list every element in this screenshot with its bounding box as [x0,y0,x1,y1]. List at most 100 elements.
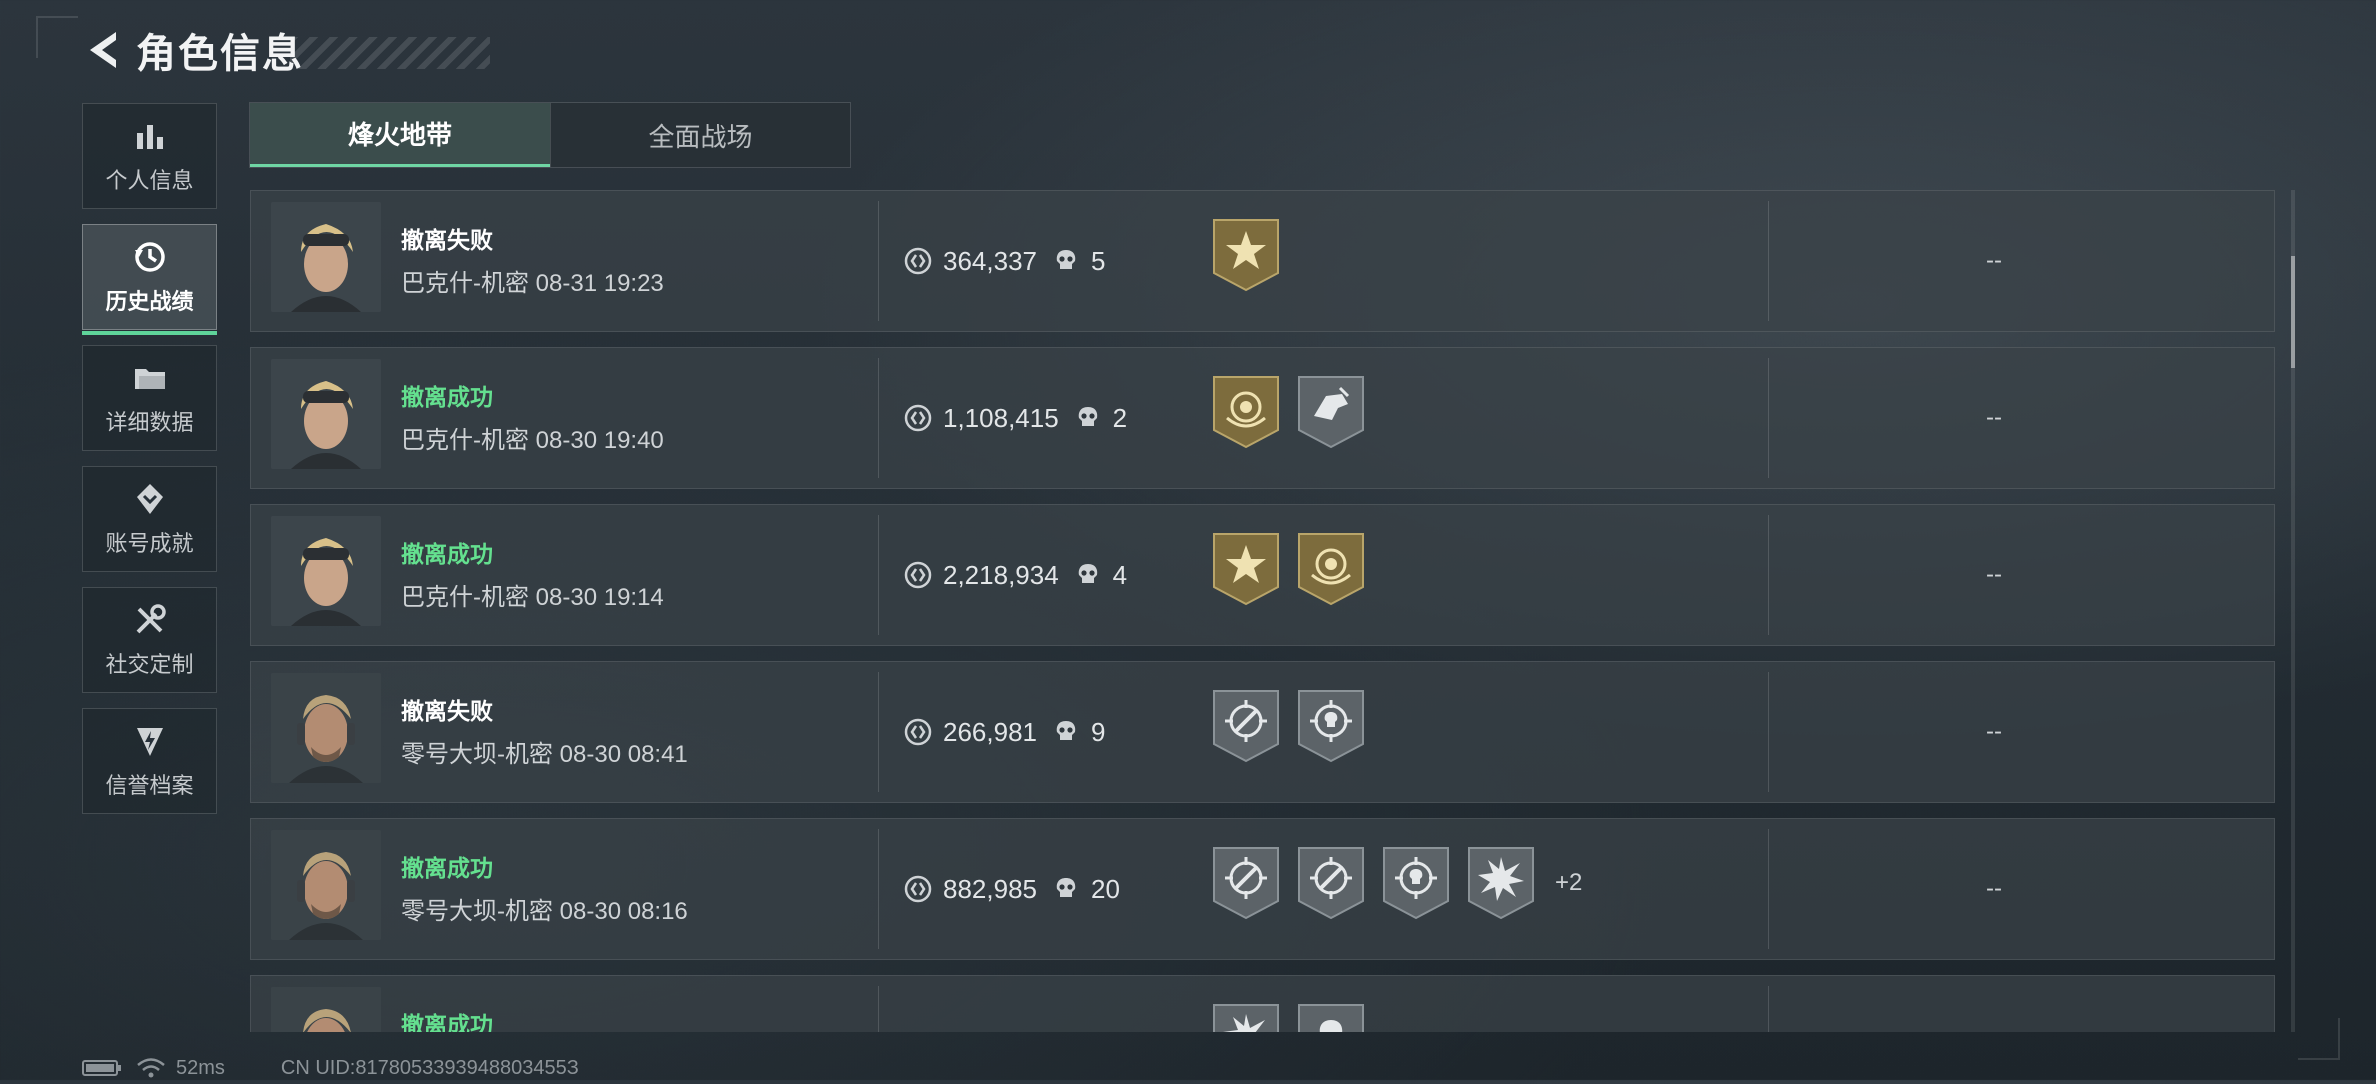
skull-icon [1056,250,1076,269]
map-name: 巴克什-机密 [401,270,529,297]
silver-hand-badge-icon[interactable] [1296,374,1366,450]
kill-count: 2 [1112,402,1128,433]
back-button[interactable] [84,28,124,72]
title-decoration [290,37,490,69]
page-header: 角色信息 [84,20,490,80]
extraction-status: 撤离失败 [401,698,493,724]
silver-skull-badge-icon[interactable] [1296,1002,1366,1032]
page-title: 角色信息 [136,32,304,76]
table-row[interactable]: 撤离成功 零号大坝-机密 08-30 08:16 882,985 20 +2 -… [250,818,2275,960]
skull-icon [1078,407,1097,426]
divider [878,515,879,635]
sidebar-item-achievements[interactable]: 账号成就 [82,466,217,572]
sidebar-item-label: 详细数据 [105,410,194,435]
gold-star-badge-icon[interactable] [1211,217,1281,293]
shield-bolt-icon [136,728,163,756]
map-name: 零号大坝-机密 [401,898,553,925]
divider [878,986,879,1032]
skull-icon [1078,564,1097,583]
skull-icon [1056,878,1076,897]
avatar [271,202,381,312]
table-row[interactable]: 撤离成功 [250,975,2275,1032]
loot-value: 1,108,415 [943,402,1059,433]
map-name: 巴克什-机密 [401,427,529,454]
silver-crosshair-badge-icon[interactable] [1211,688,1281,764]
divider [878,672,879,792]
tab-all-out-warfare[interactable]: 全面战场 [550,103,850,167]
table-row[interactable]: 撤离成功 巴克什-机密 08-30 19:14 2,218,934 4 -- [250,504,2275,646]
silver-skull-crosshair-badge-icon[interactable] [1381,845,1451,921]
bar-chart-icon [136,125,163,149]
table-row[interactable]: 撤离失败 巴克什-机密 08-31 19:23 364,337 5 -- [250,190,2275,332]
loot-value: 882,985 [943,873,1037,904]
divider [1768,201,1769,321]
sidebar-item-details[interactable]: 详细数据 [82,345,217,451]
match-history-list[interactable]: 撤离失败 巴克什-机密 08-31 19:23 364,337 5 -- 撤离成… [250,190,2275,1032]
kill-count: 5 [1090,245,1106,276]
sidebar-item-social[interactable]: 社交定制 [82,587,217,693]
coin-icon [904,561,932,589]
divider [1768,358,1769,478]
history-clock-icon [134,242,165,272]
loot-value: 364,337 [943,245,1037,276]
back-arrow-icon [90,32,116,68]
mode-tabs: 烽火地带 全面战场 [249,102,851,168]
divider [1768,515,1769,635]
gold-laurel-badge-icon[interactable] [1211,374,1281,450]
avatar [271,987,381,1032]
avatar [271,359,381,469]
sidebar-item-label: 账号成就 [105,531,194,556]
skull-icon [1056,721,1076,740]
kill-count: 9 [1090,716,1106,747]
silver-burst-badge-icon[interactable] [1211,1002,1281,1032]
coin-icon [904,404,932,432]
divider [1768,986,1769,1032]
placeholder-value: -- [1986,718,2002,745]
map-name: 巴克什-机密 [401,584,529,611]
extraction-status: 撤离成功 [401,855,493,881]
coin-icon [904,247,932,275]
table-row[interactable]: 撤离成功 巴克什-机密 08-30 19:40 1,108,415 2 -- [250,347,2275,489]
avatar [271,673,381,783]
placeholder-value: -- [1986,561,2002,588]
avatar [271,830,381,940]
battery-icon [82,1060,121,1076]
folder-icon [134,369,165,389]
sidebar-item-history[interactable]: 历史战绩 [82,224,217,335]
more-badges-count[interactable]: +2 [1555,869,1582,897]
divider [878,829,879,949]
frame-corner-bottom-right [2298,1018,2340,1060]
sidebar-item-reputation[interactable]: 信誉档案 [82,708,217,814]
gold-laurel-badge-icon[interactable] [1296,531,1366,607]
silver-crosshair-badge-icon[interactable] [1296,845,1366,921]
divider [1768,672,1769,792]
sidebar-item-label: 个人信息 [105,168,194,193]
device-status-bar: 52ms CN UID:8178053393948803455З [82,1052,579,1084]
sidebar-item-profile[interactable]: 个人信息 [82,103,217,209]
extraction-status: 撤离成功 [401,384,493,410]
kill-count: 4 [1112,559,1128,590]
user-uid: CN UID:8178053393948803455З [280,1056,579,1079]
extraction-status: 撤离成功 [401,1012,493,1032]
silver-skull-crosshair-badge-icon[interactable] [1296,688,1366,764]
gold-star-badge-icon[interactable] [1211,531,1281,607]
silver-burst-badge-icon[interactable] [1466,845,1536,921]
match-time: 08-30 19:40 [535,427,664,454]
network-latency: 52ms [176,1056,225,1079]
achievement-icon [136,484,163,514]
avatar [271,516,381,626]
silver-crosshair-badge-icon[interactable] [1211,845,1281,921]
kill-count: 20 [1090,873,1120,904]
placeholder-value: -- [1986,247,2002,274]
extraction-status: 撤离成功 [401,541,493,567]
coin-icon [904,875,932,903]
sidebar-item-label: 历史战绩 [105,289,194,314]
extraction-status: 撤离失败 [401,227,493,253]
sidebar-item-label: 信誉档案 [105,773,194,798]
coin-icon [904,718,932,746]
table-row[interactable]: 撤离失败 零号大坝-机密 08-30 08:41 266,981 9 -- [250,661,2275,803]
divider [878,358,879,478]
scrollbar-thumb[interactable] [2291,256,2295,368]
tab-hazard-zone[interactable]: 烽火地带 [250,103,550,167]
wifi-icon [137,1058,165,1078]
